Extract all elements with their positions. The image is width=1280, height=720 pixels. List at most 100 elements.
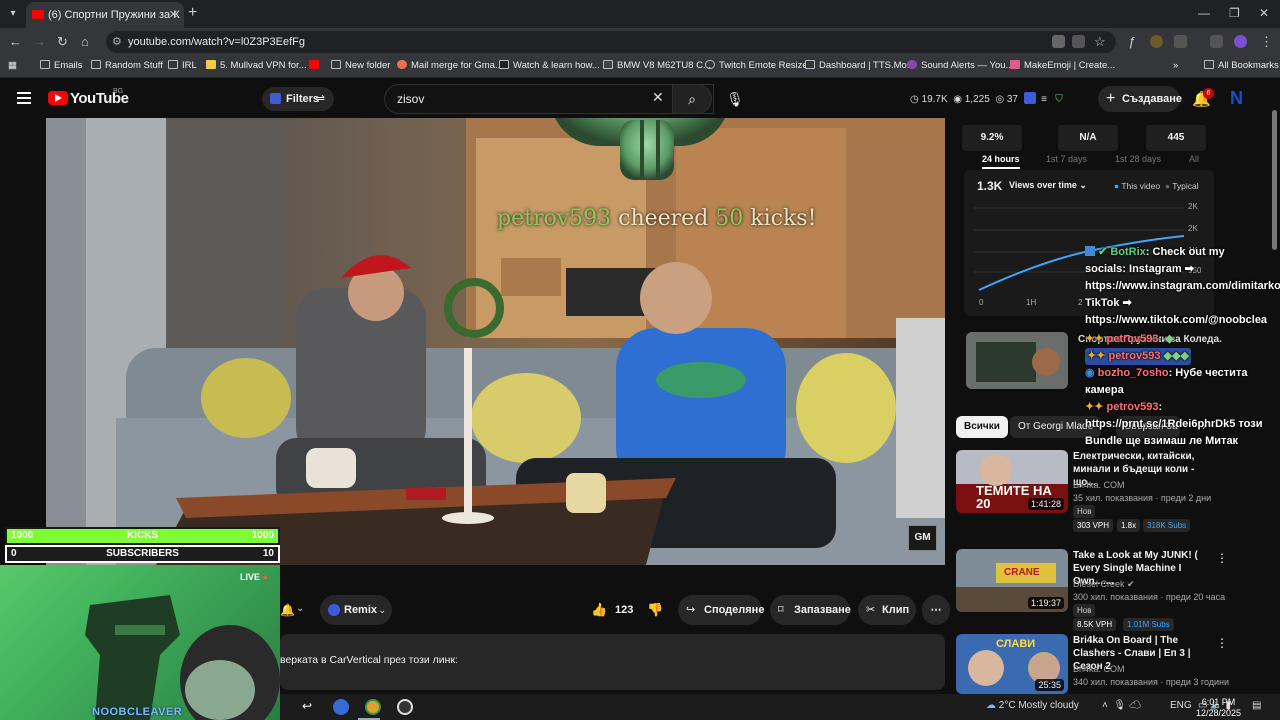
bookmark-star-icon[interactable]: ☆	[1094, 34, 1106, 50]
remix-button[interactable]: Remix ⌄	[320, 595, 392, 625]
bookmark-item[interactable]: Twitch Emote Resizer	[705, 60, 811, 71]
cast-icon[interactable]	[1072, 35, 1085, 48]
range-24h[interactable]: 24 hours	[982, 154, 1020, 169]
extensions-puzzle-icon[interactable]	[1174, 35, 1187, 48]
taskbar-clock[interactable]: 6:01 PM 12/28/2025	[1196, 697, 1241, 719]
account-avatar[interactable]: N	[1230, 88, 1243, 109]
sub-badge-icon: ✦✦	[1085, 333, 1104, 345]
bookmark-item[interactable]: Mail merge for Gma...	[397, 60, 503, 71]
filters-button[interactable]: Filters ⇌	[262, 87, 334, 111]
subscribe-bell-icon[interactable]: 🔔	[280, 603, 295, 617]
bookmark-item[interactable]: Dashboard | TTS.Mo...	[805, 60, 915, 71]
bookmark-item[interactable]: IRL	[168, 60, 197, 71]
more-options-icon[interactable]: ⋮	[1216, 636, 1228, 650]
recommendation-item[interactable]: CRANE 1:19:37 Take a Look at My JUNK! ( …	[956, 549, 1228, 634]
youtube-logo-icon[interactable]	[48, 91, 68, 105]
bookmark-item[interactable]: MakeEmoji | Create...	[1010, 60, 1115, 71]
share-button[interactable]: ↪ Споделяне	[678, 595, 764, 625]
window-close-icon[interactable]: ✕	[1259, 6, 1269, 20]
bookmark-item[interactable]: BMW V8 M62TU8 C...	[603, 60, 711, 71]
language-indicator[interactable]: ENG	[1170, 700, 1192, 711]
extension-icon[interactable]	[1150, 35, 1163, 48]
translate-icon[interactable]	[1052, 35, 1065, 48]
create-button[interactable]: + Създаване	[1098, 86, 1182, 112]
browser-menu-icon[interactable]: ⋮	[1260, 34, 1273, 50]
taskbar-chrome-icon[interactable]	[365, 699, 381, 715]
bookmark-item[interactable]: Random Stuff	[91, 60, 163, 71]
apps-grid-icon[interactable]: ▦	[8, 60, 17, 71]
site-info-icon[interactable]: ⚙	[112, 31, 122, 53]
back-icon[interactable]: ←	[9, 34, 22, 49]
notification-center-icon[interactable]: ▤	[1252, 700, 1261, 711]
rec-channel[interactable]: Bri4ka. COM	[1073, 664, 1125, 674]
sound-alerts-icon	[907, 60, 917, 69]
weather-icon: ☁	[986, 700, 996, 711]
search-button[interactable]: ⌕	[672, 84, 712, 114]
more-options-icon[interactable]: ⋮	[1216, 551, 1228, 565]
shield-icon[interactable]: ⛉	[1055, 94, 1063, 105]
taskbar-edge-icon[interactable]	[333, 699, 349, 715]
chevron-down-icon[interactable]: ⌄	[296, 603, 304, 614]
bookmark-item[interactable]: Emails	[40, 60, 83, 71]
video-thumbnail[interactable]: CRANE 1:19:37	[956, 549, 1068, 612]
page-scrollbar[interactable]	[1270, 96, 1278, 696]
scrollbar-thumb[interactable]	[1272, 110, 1277, 250]
tab-groups-icon[interactable]	[1210, 35, 1223, 48]
voice-search-icon[interactable]: 🎙	[722, 86, 748, 112]
taskbar-obs-icon[interactable]	[397, 699, 413, 715]
tab-close-icon[interactable]: ✕	[169, 2, 178, 28]
video-player[interactable]	[46, 118, 945, 565]
range-all[interactable]: All	[1189, 154, 1199, 164]
all-bookmarks[interactable]: All Bookmarks	[1204, 60, 1279, 71]
more-bookmarks-icon[interactable]: »	[1173, 60, 1178, 71]
range-7d[interactable]: 1st 7 days	[1046, 154, 1087, 164]
video-thumbnail[interactable]: ТЕМИТЕ НА 20 1:41:28	[956, 450, 1068, 513]
search-icon: ⌕	[688, 91, 696, 107]
bookmark-item[interactable]	[309, 60, 323, 71]
ext-badge-icon[interactable]	[1023, 92, 1036, 104]
weather-widget[interactable]: ☁ 2°C Mostly cloudy	[986, 700, 1079, 711]
recommendation-item[interactable]: СЛАВИ 25:35 Bri4ka On Board | The Clashe…	[956, 634, 1229, 694]
webcam-image	[85, 595, 280, 720]
list-icon[interactable]: ≡	[1041, 94, 1047, 105]
more-actions-button[interactable]: ⋯	[922, 595, 950, 625]
profile-avatar-icon[interactable]	[1234, 35, 1247, 48]
duration-badge: 25:35	[1035, 679, 1064, 691]
home-icon[interactable]: ⌂	[81, 34, 89, 49]
search-input[interactable]: zisov	[384, 84, 714, 114]
bookmark-item[interactable]: Watch & learn how...	[499, 60, 600, 71]
dislike-icon[interactable]: 👎	[647, 595, 663, 625]
new-tab-icon[interactable]: +	[188, 4, 197, 22]
clear-search-icon[interactable]: ✕	[652, 89, 664, 106]
reload-icon[interactable]: ↻	[57, 34, 68, 50]
bookmark-item[interactable]: 5. Mullvad VPN for...	[206, 60, 307, 71]
minimize-icon[interactable]: —	[1198, 6, 1210, 20]
restore-icon[interactable]: ❐	[1229, 6, 1240, 20]
vph-badge: 303 VPH	[1073, 519, 1114, 532]
rec-channel[interactable]: Diesel Creek ✔	[1073, 579, 1135, 590]
menu-icon[interactable]	[17, 92, 31, 104]
browser-tab-active[interactable]: (6) Спортни Пружини за К ✕	[26, 2, 184, 28]
tray-icons[interactable]: ˄ 🎙 ☁	[1102, 700, 1142, 711]
eye-icon: ◎	[995, 94, 1005, 105]
rec-channel[interactable]: Bri4ka. COM	[1073, 480, 1125, 490]
recommendation-item[interactable]: ТЕМИТЕ НА 20 1:41:28 Електрически, китай…	[956, 450, 1226, 540]
chat-username: BotRix	[1110, 246, 1146, 258]
video-thumbnail[interactable]: СЛАВИ 25:35	[956, 634, 1068, 694]
extension-fx-icon[interactable]: ƒ	[1128, 34, 1135, 49]
views-dropdown[interactable]: Views over time ⌄	[1009, 180, 1087, 191]
taskbar-app-icon[interactable]: ↩	[302, 699, 312, 713]
chip-all[interactable]: Всички	[956, 416, 1008, 438]
description-box[interactable]: верката в CarVertical през този линк:	[280, 634, 945, 690]
mix-thumbnail[interactable]	[966, 332, 1068, 389]
save-button[interactable]: ⌑ Запазване	[770, 595, 851, 625]
filter-ext-icon	[270, 93, 281, 104]
bookmark-item[interactable]: New folder	[331, 60, 390, 71]
clip-button[interactable]: ✂ Клип	[858, 595, 916, 625]
tab-search-icon[interactable]: ▾	[4, 4, 22, 24]
address-bar[interactable]: ⚙ youtube.com/watch?v=l0Z3P3EefFg	[106, 31, 1116, 53]
forward-icon[interactable]: →	[33, 34, 46, 49]
bookmark-item[interactable]: Sound Alerts — You...	[907, 60, 1013, 71]
range-28d[interactable]: 1st 28 days	[1115, 154, 1161, 164]
like-icon[interactable]: 👍	[591, 595, 607, 625]
